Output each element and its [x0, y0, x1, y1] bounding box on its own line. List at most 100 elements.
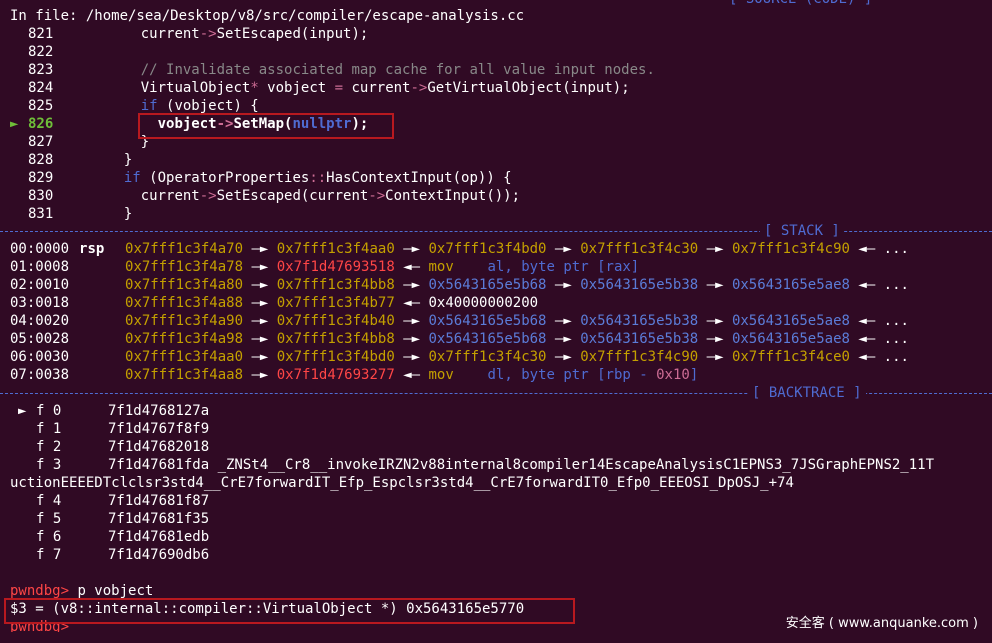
frame-address: 7f1d47681edb — [108, 529, 210, 545]
stack-offset: 00:0000 — [10, 241, 70, 257]
code-token: 0x5643165e5b38 — [580, 331, 699, 347]
stack-row: 05:0028 0x7fff1c3f4a98 —► 0x7fff1c3f4bb8 … — [10, 330, 909, 348]
line-number: 831 — [28, 206, 54, 222]
code-token: —► — [546, 349, 581, 365]
code-token: —► — [243, 331, 277, 347]
stack-offset: 04:0020 — [10, 313, 70, 329]
code-token: current — [73, 26, 200, 42]
source-code-text: } — [73, 206, 132, 222]
code-token: } — [73, 206, 133, 222]
backtrace-frame[interactable]: f 2 7f1d47682018 — [18, 438, 209, 456]
frame-label: f 6 — [36, 529, 62, 545]
code-token: HasContextInput(op)) { — [326, 170, 512, 186]
code-token: 0x7fff1c3f4c30 — [580, 241, 699, 257]
source-line: 827 } — [10, 133, 149, 151]
code-token: -> — [410, 80, 428, 96]
code-token: al, — [453, 259, 522, 275]
frame-address: 7f1d47681f87 — [108, 493, 210, 509]
code-token: —► — [546, 241, 581, 257]
code-token: ◄— ... — [849, 277, 909, 293]
line-number: 829 — [28, 170, 54, 186]
code-token: ◄— ... — [849, 241, 909, 257]
code-token: ◄— ... — [849, 349, 909, 365]
code-token: 0x7fff1c3f4a88 — [125, 295, 244, 311]
frame-address: uctionEEEEDTclclsr3std4__CrE7forwardIT_E… — [10, 475, 794, 491]
code-token: 0x7fff1c3f4b77 — [276, 295, 395, 311]
source-file-path: In file: /home/sea/Desktop/v8/src/compil… — [10, 8, 525, 24]
stack-register: rsp — [79, 241, 105, 257]
code-token: (vobject) { — [157, 98, 259, 114]
code-token: 0x5643165e5b68 — [428, 331, 547, 347]
code-token: 0x7fff1c3f4bb8 — [276, 277, 395, 293]
code-token: :: — [309, 170, 327, 186]
source-code-text: if (OperatorProperties::HasContextInput(… — [73, 170, 512, 186]
code-token: ◄— 0x40000000200 — [394, 295, 539, 311]
stack-row: 00:0000 rsp 0x7fff1c3f4a70 —► 0x7fff1c3f4a… — [10, 240, 909, 258]
code-token: 0x5643165e5ae8 — [731, 331, 850, 347]
stack-header-title: [ STACK ] — [760, 222, 844, 240]
code-token: —► — [546, 331, 581, 347]
source-code-text: VirtualObject* vobject = current->GetVir… — [73, 80, 630, 96]
frame-label: f 5 — [36, 511, 62, 527]
source-line: 822 — [10, 43, 73, 61]
frame-label: f 4 — [36, 493, 62, 509]
code-token: —► — [243, 349, 277, 365]
backtrace-frame[interactable]: f 4 7f1d47681f87 — [18, 492, 209, 510]
code-token: —► — [243, 259, 277, 275]
backtrace-frame[interactable]: f 3 7f1d47681fda _ZNSt4__Cr8__invokeIRZN2… — [18, 456, 934, 474]
code-token: byte ptr — [521, 259, 589, 275]
code-token: 0x7fff1c3f4a70 — [125, 241, 244, 257]
current-line-marker: ► — [10, 116, 19, 132]
code-token: 0x5643165e5b38 — [580, 277, 699, 293]
line-number: 830 — [28, 188, 54, 204]
code-token: -> — [199, 26, 217, 42]
backtrace-header: [ BACKTRACE ] — [0, 384, 992, 402]
code-token: SetEscaped(input); — [216, 26, 369, 42]
code-token: 0x7fff1c3f4c30 — [428, 349, 547, 365]
stack-offset: 06:0030 — [10, 349, 70, 365]
code-token: 0x7fff1c3f4bd0 — [428, 241, 547, 257]
frame-label: f 1 — [36, 421, 62, 437]
code-token: ◄— ... — [849, 331, 909, 347]
code-token: 0x7f1d47693277 — [276, 367, 395, 383]
code-token: -> — [368, 188, 386, 204]
frame-address: 7f1d4768127a — [108, 403, 210, 419]
code-token: —► — [243, 241, 277, 257]
source-code-text: current->SetEscaped(current->ContextInpu… — [73, 188, 520, 204]
code-token: mov — [428, 367, 454, 383]
frame-label: f 7 — [36, 547, 62, 563]
code-token: 0x7fff1c3f4bd0 — [276, 349, 395, 365]
code-token: —► — [243, 277, 277, 293]
code-token: —► — [394, 349, 429, 365]
code-token: SetEscaped(current — [216, 188, 369, 204]
backtrace-frame[interactable]: uctionEEEEDTclclsr3std4__CrE7forwardIT_E… — [10, 474, 794, 492]
backtrace-frame[interactable]: f 7 7f1d47690db6 — [18, 546, 209, 564]
code-token: 0x7fff1c3f4aa8 — [125, 367, 244, 383]
code-token: if — [140, 98, 158, 114]
code-token: GetVirtualObject(input); — [427, 80, 630, 96]
line-number: 825 — [28, 98, 54, 114]
backtrace-frame[interactable]: f 1 7f1d4767f8f9 — [18, 420, 209, 438]
code-token: —► — [546, 313, 581, 329]
stack-offset: 02:0010 — [10, 277, 70, 293]
backtrace-frame[interactable]: f 6 7f1d47681edb — [18, 528, 209, 546]
backtrace-frame[interactable]: f 5 7f1d47681f35 — [18, 510, 209, 528]
code-token: VirtualObject — [73, 80, 251, 96]
code-token: (OperatorProperties — [140, 170, 310, 186]
code-token: current — [343, 80, 411, 96]
code-token: 0x7fff1c3f4a98 — [125, 331, 244, 347]
frame-address: 7f1d47681f35 — [108, 511, 210, 527]
source-line: 830 current->SetEscaped(current->Context… — [10, 187, 520, 205]
highlight-result — [4, 598, 575, 624]
code-token: 0x5643165e5b68 — [428, 313, 547, 329]
source-line: 828 } — [10, 151, 132, 169]
code-token: —► — [698, 313, 732, 329]
stack-row: 06:0030 0x7fff1c3f4aa0 —► 0x7fff1c3f4bd0 … — [10, 348, 909, 366]
code-token: mov — [428, 259, 454, 275]
backtrace-frame[interactable]: ► f 0 7f1d4768127a — [18, 402, 209, 420]
code-token: 0x7f1d47693518 — [276, 259, 395, 275]
line-number: 821 — [28, 26, 54, 42]
source-code-text: // Invalidate associated map cache for a… — [73, 62, 655, 78]
code-token: 0x7fff1c3f4aa0 — [125, 349, 244, 365]
source-code-text: if (vobject) { — [73, 98, 259, 114]
